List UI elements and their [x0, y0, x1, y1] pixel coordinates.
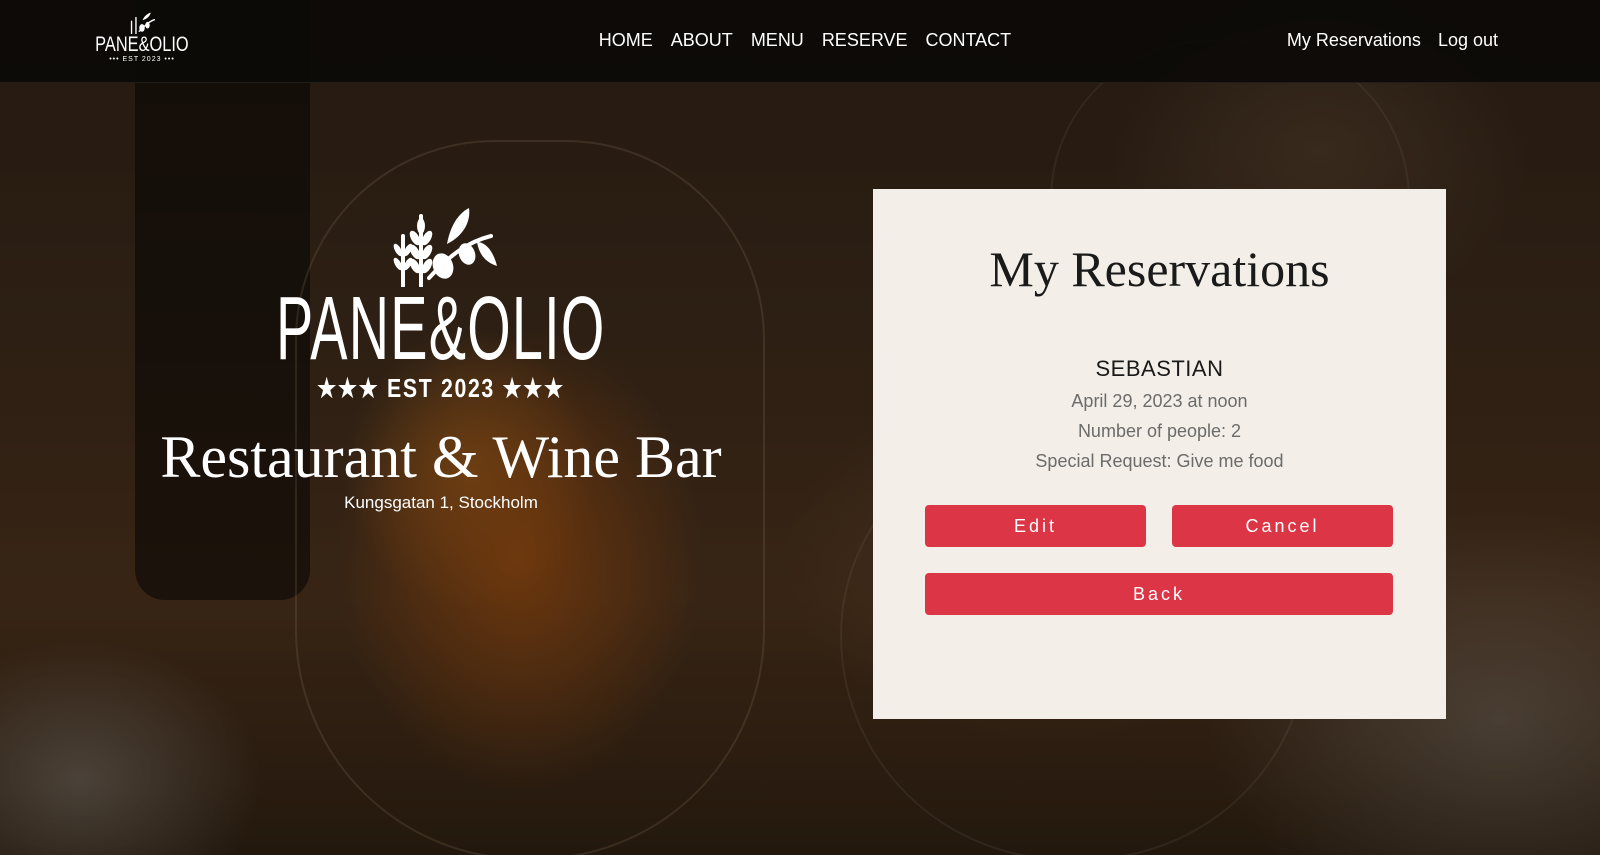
nav-about[interactable]: ABOUT: [671, 30, 733, 51]
reservation-special-request: Special Request: Give me food: [1035, 451, 1284, 471]
hero: PANE&OLIO ★★★ EST 2023 ★★★ Restaurant & …: [100, 205, 782, 513]
brand-name: PANE&OLIO: [276, 279, 606, 379]
edit-button[interactable]: Edit: [925, 505, 1146, 547]
hero-tagline: Restaurant & Wine Bar: [160, 424, 722, 490]
brand-established: ★★★ EST 2023 ★★★: [317, 373, 565, 403]
nav-menu[interactable]: MENU: [751, 30, 804, 51]
nav-contact[interactable]: CONTACT: [926, 30, 1012, 51]
navbar-brand-est: ••• EST 2023 •••: [109, 56, 175, 63]
nav-reserve[interactable]: RESERVE: [822, 30, 908, 51]
account-nav: My Reservations Log out: [1287, 30, 1498, 51]
reservation-name: SEBASTIAN: [1095, 356, 1224, 381]
reservation-date: April 29, 2023 at noon: [1071, 391, 1248, 411]
navbar: PANE&OLIO ••• EST 2023 ••• HOME ABOUT ME…: [0, 0, 1600, 83]
page-title: My Reservations: [989, 241, 1330, 297]
nav-home[interactable]: HOME: [599, 30, 653, 51]
nav-log-out[interactable]: Log out: [1438, 30, 1498, 51]
reservations-card: My Reservations SEBASTIAN April 29, 2023…: [873, 189, 1446, 719]
reservation-party-size: Number of people: 2: [1077, 421, 1242, 441]
olive-wheat-logo-icon: [393, 208, 497, 287]
nav-my-reservations[interactable]: My Reservations: [1287, 30, 1421, 51]
hero-address: Kungsgatan 1, Stockholm: [344, 493, 538, 512]
cancel-button[interactable]: Cancel: [1172, 505, 1393, 547]
back-button[interactable]: Back: [925, 573, 1393, 615]
